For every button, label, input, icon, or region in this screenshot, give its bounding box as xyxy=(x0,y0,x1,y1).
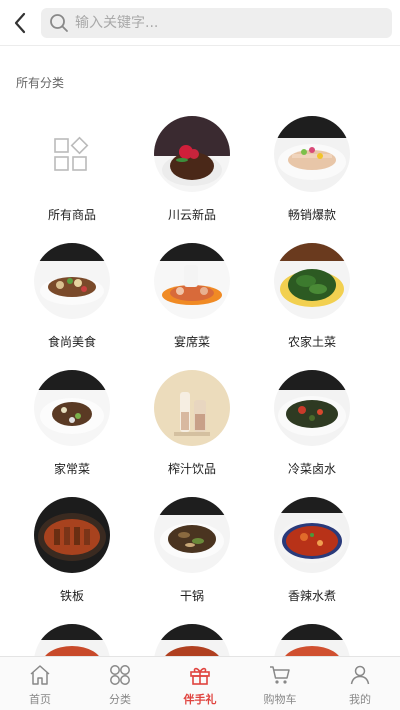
category-dry-pot[interactable]: 干锅 xyxy=(132,495,252,607)
category-banquet[interactable]: 宴席菜 xyxy=(132,241,252,353)
drink-photo xyxy=(154,370,230,446)
tab-cart[interactable]: 购物车 xyxy=(240,657,320,710)
dish-photo xyxy=(34,243,110,319)
category-new[interactable]: 川云新品 xyxy=(132,114,252,226)
search-icon xyxy=(50,14,68,32)
tab-profile[interactable]: 我的 xyxy=(320,657,400,710)
category-drinks[interactable]: 榨汁饮品 xyxy=(132,368,252,480)
tab-label: 购物车 xyxy=(263,693,297,706)
category-teppanyaki[interactable]: 铁板 xyxy=(12,495,132,607)
tab-label: 分类 xyxy=(109,693,131,706)
category-label: 冷菜卤水 xyxy=(287,462,336,476)
category-spicy-boiled[interactable]: 香辣水煮 xyxy=(252,495,372,607)
gift-icon xyxy=(190,667,210,685)
category-label: 榨汁饮品 xyxy=(167,462,216,476)
category-bestseller[interactable]: 畅销爆款 xyxy=(252,114,372,226)
grid-icon xyxy=(54,136,89,171)
dish-photo xyxy=(34,370,110,446)
category-cold-dishes[interactable]: 冷菜卤水 xyxy=(252,368,372,480)
tab-label: 我的 xyxy=(349,693,371,706)
dish-photo xyxy=(154,116,230,192)
category-label: 畅销爆款 xyxy=(287,208,336,222)
category-label: 食尚美食 xyxy=(47,335,96,349)
dish-photo xyxy=(154,497,230,573)
search-input[interactable] xyxy=(75,15,375,31)
home-icon xyxy=(30,665,50,685)
tab-home[interactable]: 首页 xyxy=(0,657,80,710)
chevron-left-icon xyxy=(14,12,26,34)
tab-label: 伴手礼 xyxy=(183,693,217,706)
category-label: 干锅 xyxy=(179,589,204,603)
user-icon xyxy=(350,665,370,685)
category-icon xyxy=(110,665,130,685)
category-label: 农家土菜 xyxy=(287,335,336,349)
back-button[interactable] xyxy=(6,8,34,38)
tab-label: 首页 xyxy=(29,693,51,706)
tab-gift[interactable]: 伴手礼 xyxy=(160,657,240,710)
dish-photo xyxy=(274,243,350,319)
bottom-tab-bar: 首页 分类 伴手礼 购物车 我的 xyxy=(0,656,400,710)
dish-photo xyxy=(274,497,350,573)
category-label: 铁板 xyxy=(59,589,84,603)
dish-photo xyxy=(274,116,350,192)
category-label: 所有商品 xyxy=(47,208,96,222)
category-farm[interactable]: 农家土菜 xyxy=(252,241,372,353)
top-bar xyxy=(0,0,400,46)
dish-photo xyxy=(274,370,350,446)
tab-category[interactable]: 分类 xyxy=(80,657,160,710)
dish-photo xyxy=(34,497,110,573)
dish-photo xyxy=(154,243,230,319)
category-fashion-food[interactable]: 食尚美食 xyxy=(12,241,132,353)
cart-icon xyxy=(270,666,290,684)
category-label: 香辣水煮 xyxy=(287,589,336,603)
category-label: 家常菜 xyxy=(53,462,90,476)
category-home-style[interactable]: 家常菜 xyxy=(12,368,132,480)
category-all-products[interactable]: 所有商品 xyxy=(12,114,132,226)
search-bar[interactable] xyxy=(41,8,392,38)
category-label: 川云新品 xyxy=(167,208,216,222)
category-label: 宴席菜 xyxy=(173,335,210,349)
section-title: 所有分类 xyxy=(16,76,65,90)
all-products-tile xyxy=(34,116,110,192)
